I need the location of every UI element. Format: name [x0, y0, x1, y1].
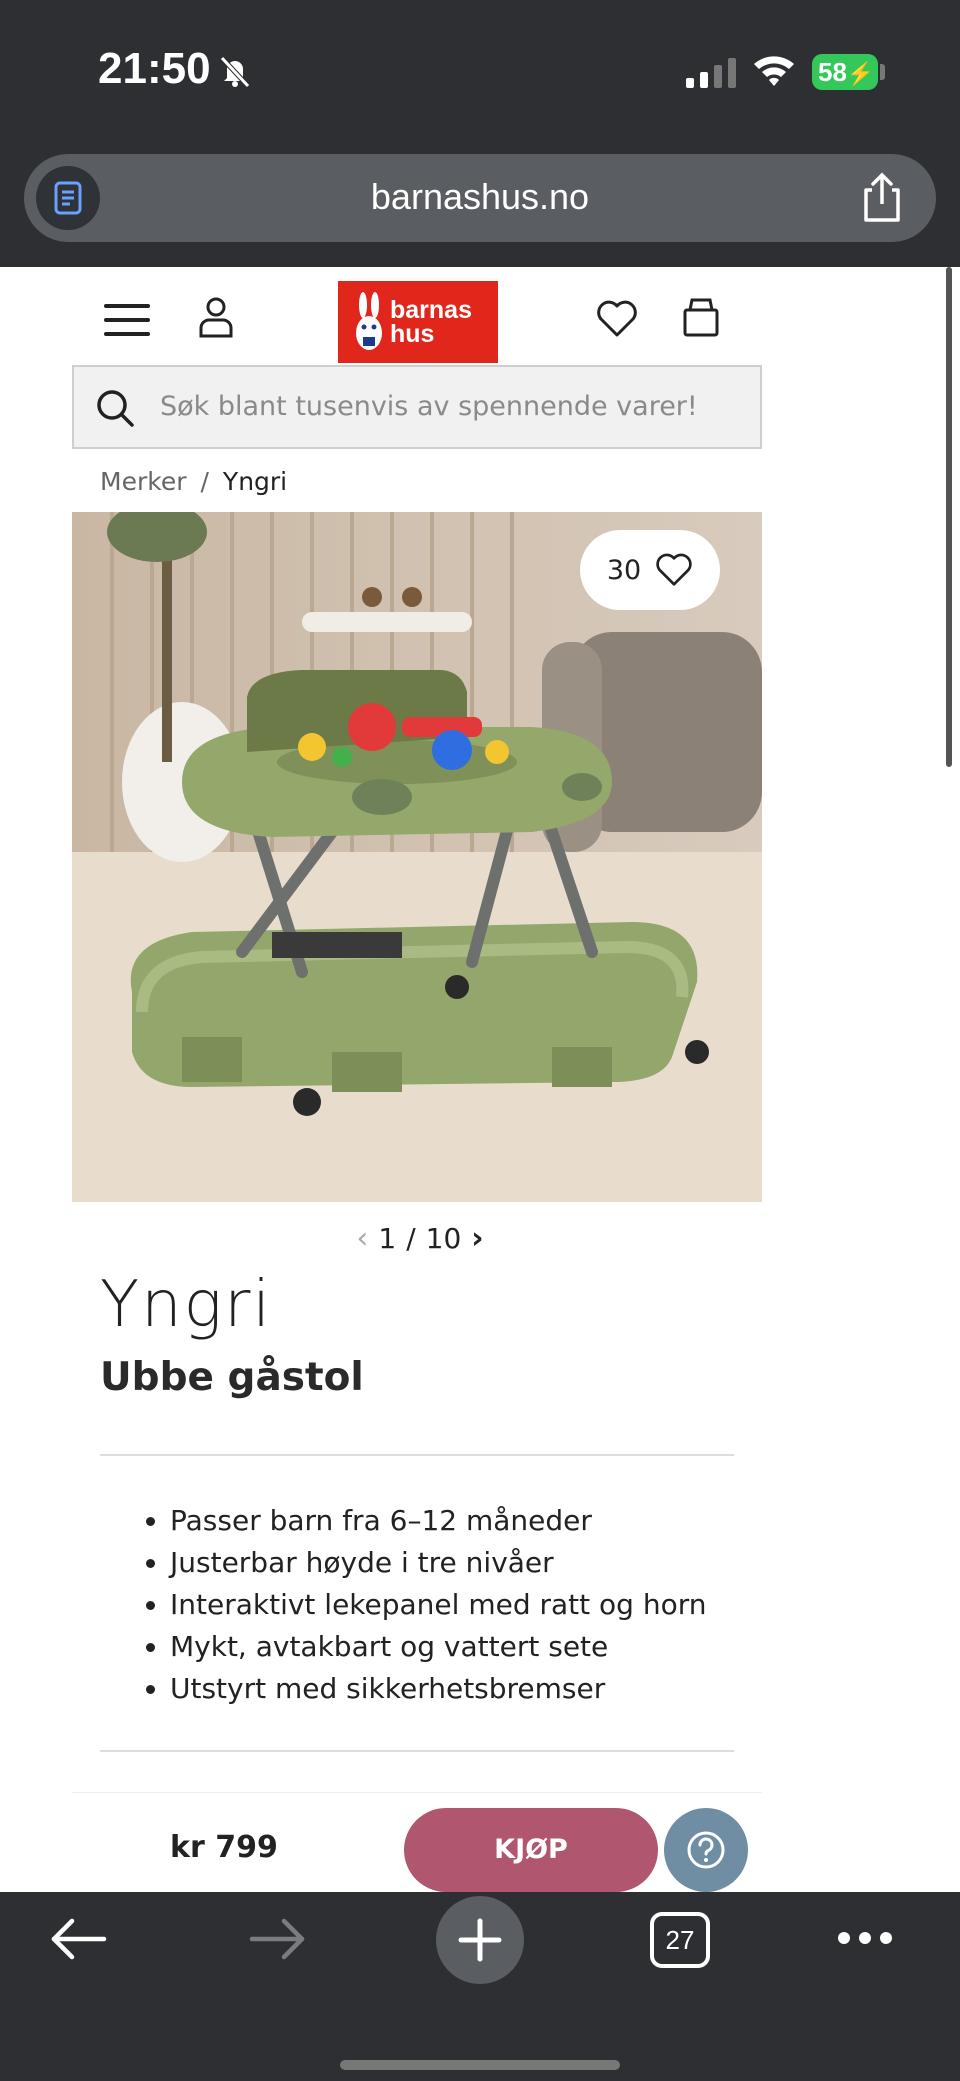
feature-item: Passer barn fra 6–12 måneder [170, 1500, 706, 1542]
battery-level: 58 [818, 57, 847, 87]
new-tab-button[interactable] [436, 1896, 524, 1984]
image-pager: ‹ 1 / 10 › [340, 1218, 500, 1258]
brand-logo-text[interactable]: Yngri [100, 1268, 272, 1342]
barnashus-logo[interactable]: barnas hus [338, 281, 498, 363]
chevron-left-icon[interactable]: ‹ [356, 1221, 368, 1256]
home-indicator [340, 2060, 620, 2070]
browser-bottom-toolbar: 27 [0, 1892, 960, 2081]
baby-walker-illustration [72, 512, 762, 1202]
help-button[interactable] [664, 1808, 748, 1892]
plus-icon [458, 1918, 502, 1962]
heart-outline-icon [656, 553, 692, 586]
forward-arrow-icon[interactable] [248, 1916, 308, 1962]
status-time: 21:50 [98, 44, 211, 93]
pager-separator: / [406, 1221, 416, 1255]
bell-muted-icon [220, 56, 250, 88]
menu-icon[interactable] [104, 302, 150, 338]
page-scrollbar[interactable] [946, 267, 952, 767]
search-input[interactable]: Søk blant tusenvis av spennende varer! [160, 391, 698, 422]
cellular-signal-icon [686, 58, 736, 88]
pager-total: 10 [425, 1221, 462, 1255]
search-icon [97, 390, 134, 427]
feature-item: Justerbar høyde i tre nivåer [170, 1542, 706, 1584]
more-options-icon[interactable] [836, 1930, 894, 1946]
breadcrumb-separator: / [200, 467, 209, 496]
feature-list: Passer barn fra 6–12 måneder Justerbar h… [170, 1500, 706, 1710]
favorites-count: 30 [606, 554, 642, 586]
wishlist-heart-icon[interactable] [596, 300, 638, 338]
logo-text: barnas hus [390, 296, 472, 348]
divider [100, 1454, 734, 1456]
breadcrumb: Merker / Yngri [100, 467, 287, 496]
favorites-badge[interactable]: 30 [580, 530, 720, 610]
feature-item: Interaktivt lekepanel med ratt og horn [170, 1584, 706, 1626]
bunny-logo-icon [356, 292, 382, 350]
buy-bar-divider [72, 1792, 762, 1793]
address-bar[interactable]: barnashus.no [24, 154, 936, 242]
search-bar[interactable]: Søk blant tusenvis av spennende varer! [72, 365, 762, 449]
breadcrumb-merker[interactable]: Merker [100, 467, 186, 496]
shopping-bag-icon[interactable] [682, 296, 720, 338]
battery-cap [880, 64, 885, 80]
user-account-icon[interactable] [198, 296, 234, 338]
share-icon[interactable] [858, 172, 906, 224]
browser-top-chrome: 21:50 58⚡ barnashus.no [0, 0, 960, 267]
buy-button[interactable]: KJØP [404, 1808, 658, 1892]
back-arrow-icon[interactable] [48, 1916, 108, 1962]
feature-item: Utstyrt med sikkerhetsbremser [170, 1668, 706, 1710]
url-text[interactable]: barnashus.no [24, 176, 936, 218]
wifi-icon [754, 56, 794, 86]
question-icon [687, 1831, 725, 1869]
product-title: Ubbe gåstol [100, 1355, 364, 1400]
tabs-button[interactable]: 27 [650, 1912, 710, 1968]
breadcrumb-current: Yngri [222, 467, 288, 496]
price: kr 799 [170, 1830, 278, 1865]
battery-indicator: 58⚡ [812, 54, 878, 90]
charging-bolt-icon: ⚡ [846, 61, 875, 86]
divider [100, 1750, 734, 1752]
feature-item: Mykt, avtakbart og vattert sete [170, 1626, 706, 1668]
product-image[interactable] [72, 512, 762, 1202]
pager-current: 1 [378, 1221, 397, 1255]
chevron-right-icon[interactable]: › [471, 1221, 483, 1256]
